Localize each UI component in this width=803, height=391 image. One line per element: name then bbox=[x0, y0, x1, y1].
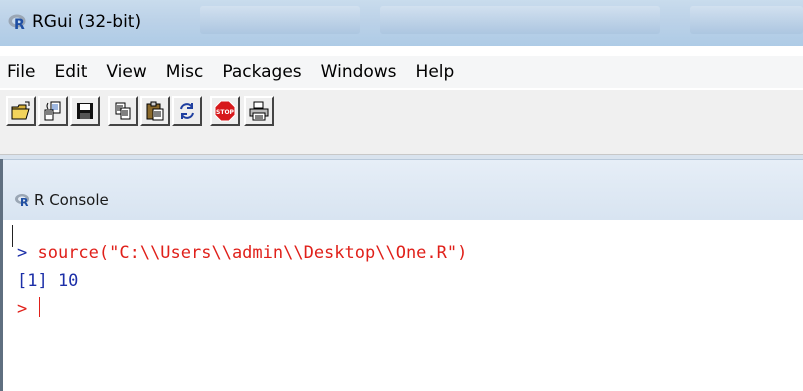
console-output[interactable]: > source("C:\\Users\\admin\\Desktop\\One… bbox=[3, 221, 803, 391]
copy-icon bbox=[115, 102, 131, 120]
floppy-disk-icon bbox=[77, 103, 93, 119]
load-workspace-icon bbox=[44, 101, 61, 121]
refresh-icon bbox=[180, 103, 194, 119]
console-command-text: source("C:\\Users\\admin\\Desktop\\One.R… bbox=[37, 243, 468, 263]
open-script-button[interactable] bbox=[6, 96, 36, 126]
r-console-window[interactable]: R R Console > source("C:\\Users\\admin\\… bbox=[0, 159, 803, 391]
load-workspace-button[interactable] bbox=[38, 96, 68, 126]
blurred-background-tab bbox=[690, 6, 803, 34]
toolbar: STOP bbox=[0, 90, 803, 155]
print-button[interactable] bbox=[244, 96, 274, 126]
paste-button[interactable] bbox=[140, 96, 170, 126]
blurred-background-tab bbox=[380, 6, 660, 34]
console-left-caret bbox=[12, 225, 13, 247]
stop-sign-icon: STOP bbox=[214, 100, 236, 122]
printer-icon bbox=[249, 101, 269, 121]
menu-view[interactable]: View bbox=[97, 62, 156, 82]
save-workspace-button[interactable] bbox=[70, 96, 100, 126]
copy-paste-button[interactable] bbox=[172, 96, 202, 126]
folder-open-icon bbox=[11, 101, 30, 120]
console-line-command: > source("C:\\Users\\admin\\Desktop\\One… bbox=[17, 243, 467, 263]
menu-help[interactable]: Help bbox=[407, 62, 465, 82]
stop-label: STOP bbox=[216, 109, 235, 116]
menu-edit[interactable]: Edit bbox=[45, 62, 97, 82]
console-title: R Console bbox=[34, 191, 109, 209]
text-cursor bbox=[39, 297, 41, 317]
menu-file[interactable]: File bbox=[0, 62, 45, 82]
console-line-output: [1] 10 bbox=[17, 271, 78, 291]
r-logo-icon: R bbox=[15, 194, 29, 207]
menu-packages[interactable]: Packages bbox=[213, 62, 311, 82]
window-title: RGui (32-bit) bbox=[32, 12, 142, 32]
mdi-client-area: R R Console > source("C:\\Users\\admin\\… bbox=[0, 155, 803, 391]
console-output-text: [1] 10 bbox=[17, 271, 79, 291]
console-line-input[interactable]: > bbox=[17, 297, 41, 319]
svg-text:R: R bbox=[14, 17, 25, 31]
console-prompt: > bbox=[17, 243, 38, 263]
console-title-bar[interactable]: R R Console bbox=[3, 159, 803, 220]
menu-bar: File Edit View Misc Packages Windows Hel… bbox=[0, 56, 803, 88]
blurred-background-tab bbox=[200, 6, 360, 34]
menu-windows[interactable]: Windows bbox=[312, 62, 407, 82]
r-logo-icon: R bbox=[8, 14, 26, 31]
title-bar[interactable]: R RGui (32-bit) bbox=[0, 0, 803, 46]
paste-icon bbox=[146, 101, 164, 121]
menu-misc[interactable]: Misc bbox=[157, 62, 214, 82]
copy-button[interactable] bbox=[108, 96, 138, 126]
console-prompt: > bbox=[17, 299, 38, 319]
svg-text:R: R bbox=[20, 196, 29, 207]
stop-button[interactable]: STOP bbox=[210, 96, 240, 126]
